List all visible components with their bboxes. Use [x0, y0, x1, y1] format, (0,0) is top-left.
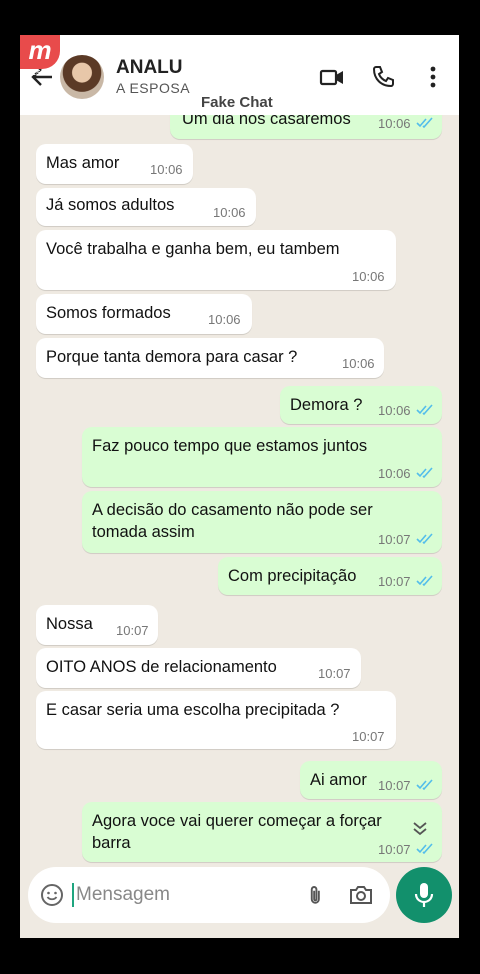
message-input[interactable]: Mensagem	[76, 884, 170, 906]
read-receipt-icon	[416, 533, 433, 545]
message-bubble[interactable]: Ai amor 10:07	[300, 761, 442, 799]
message-text-line: A decisão do casamento não pode ser toma…	[92, 501, 373, 541]
contact-name[interactable]: ANALU	[116, 57, 183, 79]
read-receipt-icon	[416, 843, 433, 855]
mic-button[interactable]	[396, 867, 452, 923]
message-text: Faz pouco tempo que estamos juntos	[92, 437, 368, 455]
scroll-to-bottom-icon[interactable]	[410, 817, 430, 839]
chat-screen: Um dia nos casaremos 10:06 Mas amor 10:0…	[20, 35, 459, 938]
emoji-icon[interactable]	[40, 883, 64, 907]
message-time: 10:07	[116, 623, 149, 638]
message-time: 10:07	[378, 574, 411, 589]
message-time: 10:06	[378, 403, 411, 418]
message-time: 10:07	[378, 842, 411, 857]
recording-time: 00:25	[22, 70, 40, 77]
message-bubble[interactable]: Com precipitação 10:07	[218, 557, 442, 595]
message-text-line: Agora voce vai querer começar a forçar b…	[92, 812, 382, 852]
read-receipt-icon	[416, 404, 433, 416]
message-text: E casar seria uma escolha precipitada ?	[46, 701, 340, 719]
camera-icon[interactable]	[348, 883, 374, 907]
message-time: 10:06	[150, 162, 183, 177]
read-receipt-icon	[416, 117, 433, 129]
read-receipt-icon	[416, 575, 433, 587]
message-bubble[interactable]: Já somos adultos 10:06	[36, 188, 256, 226]
message-bubble[interactable]: Demora ? 10:06	[280, 386, 442, 424]
message-text: Você trabalha e ganha bem, eu tambem	[46, 240, 340, 258]
message-time: 10:07	[378, 532, 411, 547]
message-bubble[interactable]: A decisão do casamento não pode ser toma…	[82, 491, 442, 553]
message-text: Mas amor	[46, 154, 120, 172]
more-options-icon[interactable]	[419, 63, 447, 91]
attach-icon[interactable]	[304, 883, 328, 907]
message-text: Nossa	[46, 615, 93, 633]
text-cursor	[72, 883, 74, 907]
message-time: 10:06	[352, 269, 385, 284]
message-time: 10:06	[208, 312, 241, 327]
message-bubble[interactable]: E casar seria uma escolha precipitada ? …	[36, 691, 396, 749]
message-bubble[interactable]: Faz pouco tempo que estamos juntos 10:06	[82, 427, 442, 487]
message-time: 10:06	[342, 356, 375, 371]
message-text: Com precipitação	[228, 567, 357, 585]
message-text: Somos formados	[46, 304, 171, 322]
message-time: 10:06	[378, 116, 411, 131]
app-logo: m 00:25	[20, 35, 60, 77]
chat-header: ANALU A ESPOSA Fake Chat m 00:25	[20, 35, 459, 115]
message-bubble[interactable]: Somos formados 10:06	[36, 294, 252, 334]
message-text: Porque tanta demora para casar ?	[46, 348, 298, 366]
message-text: A decisão do casamento não pode ser toma…	[92, 499, 412, 543]
message-bubble[interactable]: Nossa 10:07	[36, 605, 158, 645]
mic-icon	[414, 883, 434, 907]
contact-status: A ESPOSA	[116, 80, 191, 96]
message-time: 10:07	[378, 778, 411, 793]
message-time: 10:06	[378, 466, 411, 481]
message-bubble[interactable]: Porque tanta demora para casar ? 10:06	[36, 338, 384, 378]
message-bubble[interactable]: Agora voce vai querer começar a forçar b…	[82, 802, 442, 862]
read-receipt-icon	[416, 779, 433, 791]
app-watermark: Fake Chat	[201, 94, 273, 111]
contact-avatar[interactable]	[60, 55, 104, 99]
message-time: 10:07	[352, 729, 385, 744]
video-call-icon[interactable]	[318, 63, 346, 91]
message-bubble[interactable]: Mas amor 10:06	[36, 144, 193, 184]
message-text: Agora voce vai querer começar a forçar b…	[92, 810, 412, 854]
message-text: Demora ?	[290, 396, 363, 414]
message-text: Ai amor	[310, 771, 367, 789]
message-text: OITO ANOS de relacionamento	[46, 658, 277, 676]
message-bubble[interactable]: Você trabalha e ganha bem, eu tambem 10:…	[36, 230, 396, 290]
message-text: Já somos adultos	[46, 196, 175, 214]
message-bubble[interactable]: OITO ANOS de relacionamento 10:07	[36, 648, 361, 688]
read-receipt-icon	[416, 467, 433, 479]
message-input-bar[interactable]: Mensagem	[28, 867, 390, 923]
message-time: 10:07	[318, 666, 351, 681]
voice-call-icon[interactable]	[369, 63, 397, 91]
message-time: 10:06	[213, 205, 246, 220]
